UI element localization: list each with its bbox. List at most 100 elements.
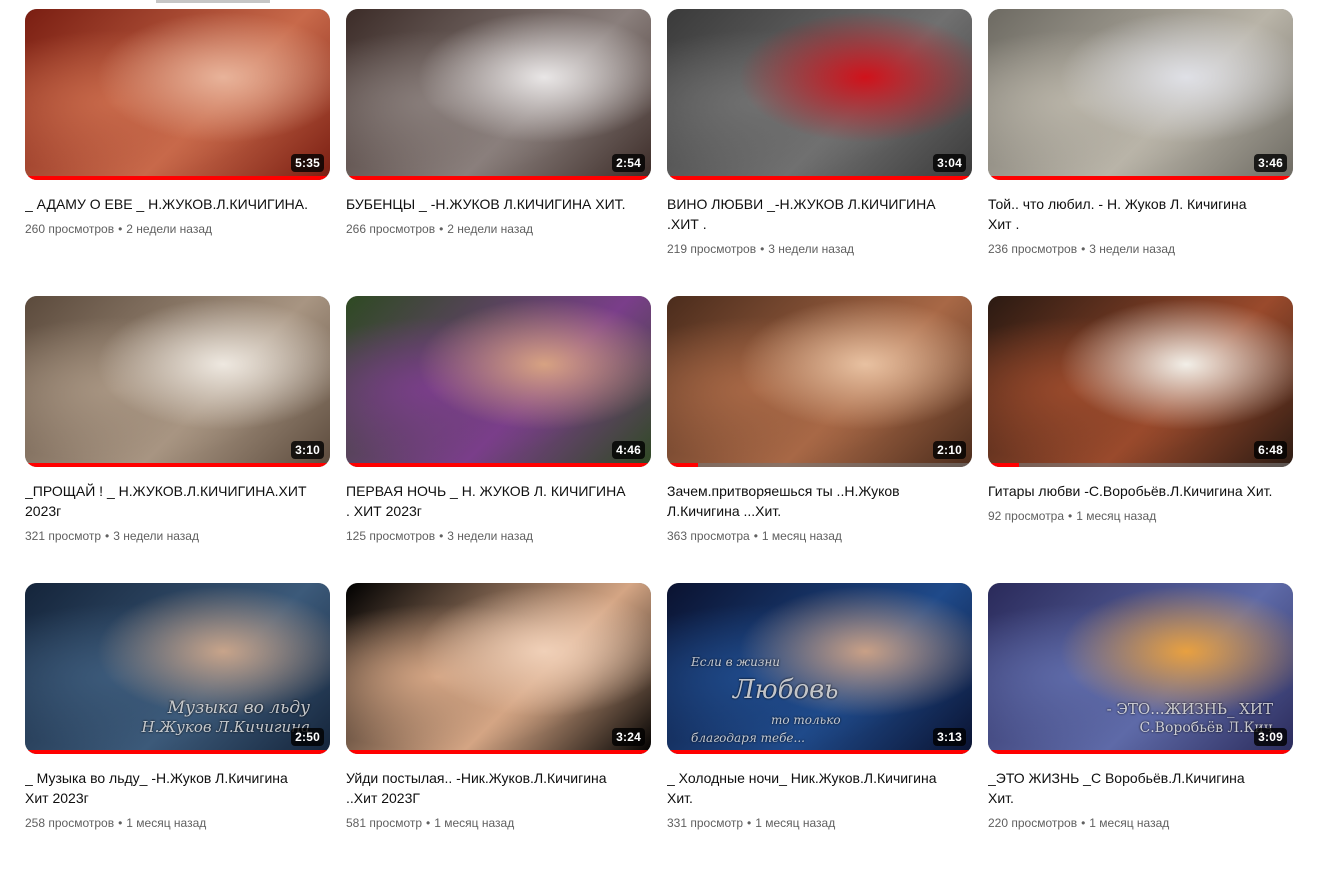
video-title[interactable]: Гитары любви -С.Воробьёв.Л.Кичигина Хит. — [988, 481, 1293, 501]
video-title[interactable]: _ Музыка во льду_ -Н.Жуков Л.Кичигина Хи… — [25, 768, 330, 808]
video-card[interactable]: 3:10 _ПРОЩАЙ ! _ Н.ЖУКОВ.Л.КИЧИГИНА.ХИТ … — [25, 296, 330, 583]
video-meta: 258 просмотров • 1 месяц назад — [25, 814, 330, 832]
thumbnail-image — [667, 296, 972, 467]
watch-progress-bar — [346, 463, 651, 467]
video-card[interactable]: 3:04 ВИНО ЛЮБВИ _-Н.ЖУКОВ Л.КИЧИГИНА .ХИ… — [667, 9, 972, 296]
thumbnail-caption: - ЭТО...ЖИЗНЬ_ ХИТ — [1106, 700, 1273, 718]
thumbnail-image — [988, 9, 1293, 180]
video-meta: 220 просмотров • 1 месяц назад — [988, 814, 1293, 832]
view-count: 581 просмотр — [346, 816, 423, 830]
meta-separator: • — [1081, 242, 1086, 256]
upload-age: 3 недели назад — [768, 242, 855, 256]
video-meta: 219 просмотров • 3 недели назад — [667, 240, 972, 258]
video-card[interactable]: 5:35 _ АДАМУ О ЕВЕ _ Н.ЖУКОВ.Л.КИЧИГИНА.… — [25, 9, 330, 296]
view-count: 260 просмотров — [25, 222, 115, 236]
video-thumbnail[interactable]: 3:46 — [988, 9, 1293, 180]
video-thumbnail[interactable]: 6:48 — [988, 296, 1293, 467]
video-meta: 581 просмотр • 1 месяц назад — [346, 814, 651, 832]
video-card[interactable]: 2:54 БУБЕНЦЫ _ -Н.ЖУКОВ Л.КИЧИГИНА ХИТ. … — [346, 9, 651, 296]
duration-badge: 2:54 — [612, 154, 645, 172]
video-card[interactable]: Если в жизни Любовь то только благодаря … — [667, 583, 972, 870]
video-title[interactable]: ВИНО ЛЮБВИ _-Н.ЖУКОВ Л.КИЧИГИНА .ХИТ . — [667, 194, 972, 234]
video-card[interactable]: - ЭТО...ЖИЗНЬ_ ХИТ С.Воробьёв Л.Кич 3:09… — [988, 583, 1293, 870]
meta-separator: • — [760, 242, 765, 256]
watch-progress-bar — [25, 176, 330, 180]
upload-age: 1 месяц назад — [1076, 509, 1157, 523]
video-title[interactable]: _ЭТО ЖИЗНЬ _С Воробьёв.Л.Кичигина Хит. — [988, 768, 1293, 808]
thumbnail-caption: благодаря тебе... — [691, 731, 805, 745]
tab-indicator — [156, 0, 270, 3]
video-thumbnail[interactable]: Если в жизни Любовь то только благодаря … — [667, 583, 972, 754]
meta-separator: • — [118, 222, 123, 236]
watch-progress-bar — [346, 176, 651, 180]
video-card[interactable]: 4:46 ПЕРВАЯ НОЧЬ _ Н. ЖУКОВ Л. КИЧИГИНА … — [346, 296, 651, 583]
video-thumbnail[interactable]: - ЭТО...ЖИЗНЬ_ ХИТ С.Воробьёв Л.Кич 3:09 — [988, 583, 1293, 754]
duration-badge: 3:13 — [933, 728, 966, 746]
duration-badge: 3:24 — [612, 728, 645, 746]
watch-progress-bar — [346, 750, 651, 754]
video-title[interactable]: Той.. что любил. - Н. Жуков Л. Кичигина … — [988, 194, 1293, 234]
upload-age: 2 недели назад — [126, 222, 213, 236]
video-title[interactable]: Зачем.притворяешься ты ..Н.Жуков Л.Кичиг… — [667, 481, 972, 521]
video-card[interactable]: 6:48 Гитары любви -С.Воробьёв.Л.Кичигина… — [988, 296, 1293, 583]
view-count: 363 просмотра — [667, 529, 750, 543]
thumbnail-caption: Любовь — [733, 675, 839, 705]
video-meta: 266 просмотров • 2 недели назад — [346, 220, 651, 238]
video-thumbnail[interactable]: 2:54 — [346, 9, 651, 180]
watch-progress-bar — [25, 463, 330, 467]
video-meta: 236 просмотров • 3 недели назад — [988, 240, 1293, 258]
video-thumbnail[interactable]: 3:10 — [25, 296, 330, 467]
video-meta: 331 просмотр • 1 месяц назад — [667, 814, 972, 832]
thumbnail-caption: Музыка во льду — [167, 698, 310, 718]
video-card[interactable]: Музыка во льду Н.Жуков Л.Кичигина 2:50 _… — [25, 583, 330, 870]
view-count: 236 просмотров — [988, 242, 1078, 256]
video-meta: 363 просмотра • 1 месяц назад — [667, 527, 972, 545]
upload-age: 1 месяц назад — [126, 816, 207, 830]
thumbnail-caption: С.Воробьёв Л.Кич — [1139, 720, 1274, 736]
watch-progress-bar — [667, 750, 972, 754]
thumbnail-image — [25, 9, 330, 180]
video-title[interactable]: БУБЕНЦЫ _ -Н.ЖУКОВ Л.КИЧИГИНА ХИТ. — [346, 194, 651, 214]
upload-age: 1 месяц назад — [1089, 816, 1170, 830]
meta-separator: • — [426, 816, 431, 830]
thumbnail-image — [346, 583, 651, 754]
video-meta: 125 просмотров • 3 недели назад — [346, 527, 651, 545]
duration-badge: 2:50 — [291, 728, 324, 746]
thumbnail-image — [25, 296, 330, 467]
video-thumbnail[interactable]: 2:10 — [667, 296, 972, 467]
upload-age: 1 месяц назад — [755, 816, 836, 830]
video-card[interactable]: 2:10 Зачем.притворяешься ты ..Н.Жуков Л.… — [667, 296, 972, 583]
upload-age: 1 месяц назад — [434, 816, 515, 830]
watch-progress-bar — [988, 463, 1293, 467]
upload-age: 2 недели назад — [447, 222, 534, 236]
view-count: 321 просмотр — [25, 529, 102, 543]
thumbnail-image — [346, 9, 651, 180]
meta-separator: • — [118, 816, 123, 830]
meta-separator: • — [1081, 816, 1086, 830]
thumbnail-image — [988, 296, 1293, 467]
watch-progress-bar — [667, 176, 972, 180]
video-thumbnail[interactable]: Музыка во льду Н.Жуков Л.Кичигина 2:50 — [25, 583, 330, 754]
view-count: 258 просмотров — [25, 816, 115, 830]
video-title[interactable]: _ АДАМУ О ЕВЕ _ Н.ЖУКОВ.Л.КИЧИГИНА. — [25, 194, 330, 214]
upload-age: 1 месяц назад — [761, 529, 842, 543]
upload-age: 3 недели назад — [113, 529, 199, 543]
video-thumbnail[interactable]: 4:46 — [346, 296, 651, 467]
video-title[interactable]: _ Холодные ночи_ Ник.Жуков.Л.Кичигина Хи… — [667, 768, 972, 808]
video-title[interactable]: ПЕРВАЯ НОЧЬ _ Н. ЖУКОВ Л. КИЧИГИНА . ХИТ… — [346, 481, 651, 521]
video-card[interactable]: 3:24 Уйди постылая.. -Ник.Жуков.Л.Кичиги… — [346, 583, 651, 870]
duration-badge: 3:04 — [933, 154, 966, 172]
view-count: 92 просмотра — [988, 509, 1065, 523]
video-thumbnail[interactable]: 3:24 — [346, 583, 651, 754]
meta-separator: • — [1068, 509, 1073, 523]
video-grid: 5:35 _ АДАМУ О ЕВЕ _ Н.ЖУКОВ.Л.КИЧИГИНА.… — [25, 9, 1293, 870]
thumbnail-caption: то только — [771, 713, 841, 727]
video-title[interactable]: Уйди постылая.. -Ник.Жуков.Л.Кичигина ..… — [346, 768, 651, 808]
meta-separator: • — [105, 529, 110, 543]
video-card[interactable]: 3:46 Той.. что любил. - Н. Жуков Л. Кичи… — [988, 9, 1293, 296]
video-thumbnail[interactable]: 3:04 — [667, 9, 972, 180]
view-count: 331 просмотр — [667, 816, 744, 830]
video-thumbnail[interactable]: 5:35 — [25, 9, 330, 180]
view-count: 219 просмотров — [667, 242, 757, 256]
video-title[interactable]: _ПРОЩАЙ ! _ Н.ЖУКОВ.Л.КИЧИГИНА.ХИТ 2023г — [25, 481, 330, 521]
